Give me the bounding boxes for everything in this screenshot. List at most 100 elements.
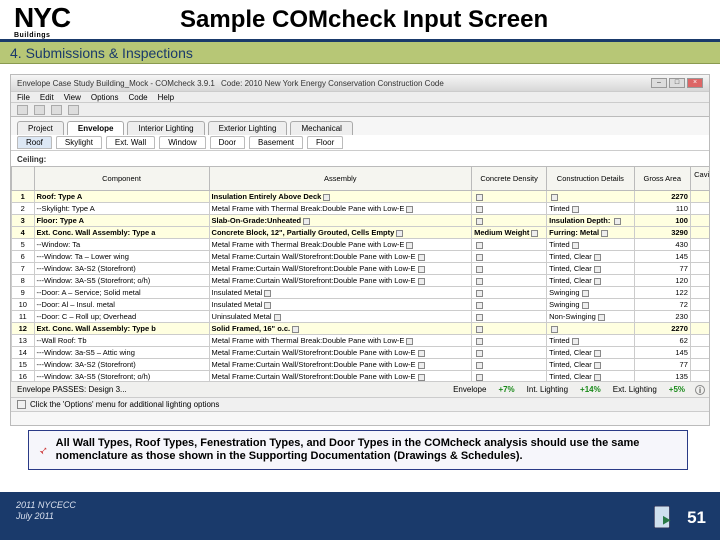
dropdown-icon[interactable] — [551, 194, 558, 201]
cell[interactable]: Ext. Conc. Wall Assembly: Type a — [34, 227, 209, 239]
cell[interactable]: 2 — [12, 203, 35, 215]
cell[interactable] — [472, 215, 547, 227]
dropdown-icon[interactable] — [594, 362, 601, 369]
cell[interactable]: Solid Framed, 16" o.c. — [209, 323, 472, 335]
subtab-skylight[interactable]: Skylight — [56, 136, 102, 149]
dropdown-icon[interactable] — [476, 290, 483, 297]
subtab-door[interactable]: Door — [210, 136, 245, 149]
cell[interactable]: Concrete Block, 12", Partially Grouted, … — [209, 227, 472, 239]
table-row[interactable]: 8---Window: 3A-S5 (Storefront; o/h)Metal… — [12, 275, 711, 287]
cell[interactable]: ---Window: 3A-S5 (Storefront; o/h) — [34, 275, 209, 287]
cell[interactable]: 100 — [634, 215, 690, 227]
table-row[interactable]: 4Ext. Conc. Wall Assembly: Type aConcret… — [12, 227, 711, 239]
cell[interactable]: 77 — [634, 359, 690, 371]
cell[interactable]: Slab-On-Grade:Unheated — [209, 215, 472, 227]
cell[interactable]: 3 — [12, 215, 35, 227]
dropdown-icon[interactable] — [476, 374, 483, 381]
dropdown-icon[interactable] — [274, 314, 281, 321]
cell[interactable]: Roof: Type A — [34, 191, 209, 203]
dropdown-icon[interactable] — [406, 206, 413, 213]
cell[interactable]: Metal Frame:Curtain Wall/Storefront:Doub… — [209, 347, 472, 359]
cell[interactable] — [472, 287, 547, 299]
cell[interactable]: ---Window: 3A-S2 (Storefront) — [34, 359, 209, 371]
dropdown-icon[interactable] — [406, 338, 413, 345]
cell[interactable] — [472, 323, 547, 335]
table-row[interactable]: 2--Skylight: Type AMetal Frame with Ther… — [12, 203, 711, 215]
cell[interactable] — [472, 359, 547, 371]
table-row[interactable]: 3Floor: Type ASlab-On-Grade:UnheatedInsu… — [12, 215, 711, 227]
table-row[interactable]: 9--Door: A – Service; Solid metalInsulat… — [12, 287, 711, 299]
dropdown-icon[interactable] — [594, 350, 601, 357]
dropdown-icon[interactable] — [264, 290, 271, 297]
tab-exterior-lighting[interactable]: Exterior Lighting — [208, 121, 288, 135]
cell[interactable] — [690, 239, 710, 251]
cell[interactable]: Non-Swinging — [547, 311, 635, 323]
cell[interactable]: 15 — [12, 359, 35, 371]
cell[interactable]: 3.0 — [690, 227, 710, 239]
cell[interactable]: 5 — [12, 239, 35, 251]
cell[interactable] — [690, 335, 710, 347]
cell[interactable]: Tinted, Clear — [547, 263, 635, 275]
cell[interactable]: 110 — [634, 203, 690, 215]
cell[interactable]: --Door: Al – Insul. metal — [34, 299, 209, 311]
menu-file[interactable]: File — [17, 93, 30, 102]
tool-new-icon[interactable] — [17, 105, 28, 115]
cell[interactable]: Tinted, Clear — [547, 275, 635, 287]
dropdown-icon[interactable] — [476, 266, 483, 273]
cell[interactable]: Metal Frame with Thermal Break:Double Pa… — [209, 203, 472, 215]
cell[interactable]: Tinted — [547, 335, 635, 347]
cell[interactable]: Insulation Entirely Above Deck — [209, 191, 472, 203]
cell[interactable]: --Wall Roof: Tb — [34, 335, 209, 347]
dropdown-icon[interactable] — [418, 350, 425, 357]
cell[interactable]: 145 — [634, 347, 690, 359]
cell[interactable]: 9 — [12, 287, 35, 299]
cell[interactable]: Swinging — [547, 287, 635, 299]
dropdown-icon[interactable] — [476, 362, 483, 369]
cell[interactable]: 6 — [12, 251, 35, 263]
cell[interactable]: 13 — [12, 335, 35, 347]
status-help-icon[interactable]: i — [695, 385, 705, 395]
cell[interactable]: ---Window: Ta – Lower wing — [34, 251, 209, 263]
cell[interactable]: 72 — [634, 299, 690, 311]
cell[interactable] — [690, 275, 710, 287]
cell[interactable]: 1. — [690, 215, 710, 227]
cell[interactable]: --Door: C – Roll up; Overhead — [34, 311, 209, 323]
cell[interactable] — [472, 335, 547, 347]
close-icon[interactable]: × — [687, 78, 703, 88]
cell[interactable]: 10 — [12, 299, 35, 311]
dropdown-icon[interactable] — [614, 218, 621, 225]
dropdown-icon[interactable] — [476, 302, 483, 309]
table-row[interactable]: 15---Window: 3A-S2 (Storefront)Metal Fra… — [12, 359, 711, 371]
dropdown-icon[interactable] — [418, 374, 425, 381]
table-row[interactable]: 5--Window: TaMetal Frame with Thermal Br… — [12, 239, 711, 251]
dropdown-icon[interactable] — [323, 194, 330, 201]
cell[interactable] — [472, 275, 547, 287]
dropdown-icon[interactable] — [476, 206, 483, 213]
cell[interactable]: Metal Frame with Thermal Break:Double Pa… — [209, 239, 472, 251]
dropdown-icon[interactable] — [476, 350, 483, 357]
cell[interactable] — [472, 191, 547, 203]
cell[interactable] — [690, 359, 710, 371]
envelope-table[interactable]: ComponentAssemblyConcrete DensityConstru… — [11, 166, 710, 383]
dropdown-icon[interactable] — [476, 242, 483, 249]
cell[interactable]: Tinted — [547, 239, 635, 251]
table-row[interactable]: 6---Window: Ta – Lower wingMetal Frame:C… — [12, 251, 711, 263]
cell[interactable]: 11 — [12, 311, 35, 323]
dropdown-icon[interactable] — [476, 326, 483, 333]
subtab-basement[interactable]: Basement — [249, 136, 303, 149]
dropdown-icon[interactable] — [476, 218, 483, 225]
cell[interactable]: 77 — [634, 263, 690, 275]
cell[interactable]: Swinging — [547, 299, 635, 311]
cell[interactable]: Ext. Conc. Wall Assembly: Type b — [34, 323, 209, 335]
cell[interactable]: Tinted, Clear — [547, 347, 635, 359]
table-row[interactable]: 11--Door: C – Roll up; OverheadUninsulat… — [12, 311, 711, 323]
cell[interactable]: 430 — [634, 239, 690, 251]
cell[interactable]: Floor: Type A — [34, 215, 209, 227]
menu-code[interactable]: Code — [128, 93, 147, 102]
cell[interactable] — [547, 191, 635, 203]
subtab-roof[interactable]: Roof — [17, 136, 52, 149]
cell[interactable]: --Door: A – Service; Solid metal — [34, 287, 209, 299]
dropdown-icon[interactable] — [598, 314, 605, 321]
dropdown-icon[interactable] — [418, 362, 425, 369]
cell[interactable]: 62 — [634, 335, 690, 347]
